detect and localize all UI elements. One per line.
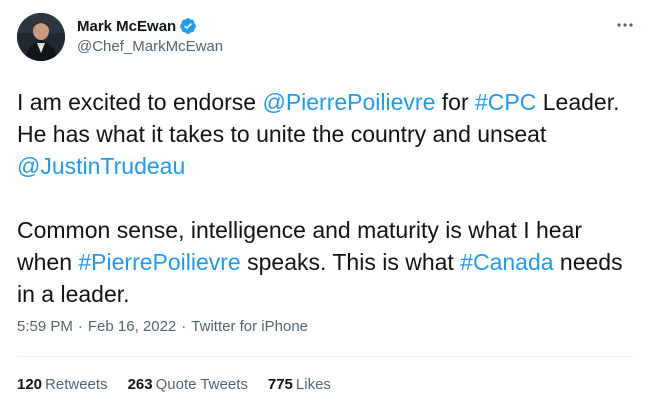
tweet-stats: 120 Retweets 263 Quote Tweets 775 Likes xyxy=(17,376,351,393)
author-name-row: Mark McEwan xyxy=(77,16,197,36)
text-segment: speaks. This is what xyxy=(240,249,461,275)
likes-count: 775 xyxy=(267,376,293,393)
avatar[interactable] xyxy=(17,13,65,61)
quote-tweets-label: Quote Tweets xyxy=(155,376,248,393)
tweet-source[interactable]: Twitter for iPhone xyxy=(191,318,308,335)
hashtag-link[interactable]: #CPC xyxy=(475,89,536,115)
author-handle[interactable]: @Chef_MarkMcEwan xyxy=(77,38,223,55)
tweet-time[interactable]: 5:59 PM xyxy=(17,318,73,335)
tweet-paragraph-2: Common sense, intelligence and maturity … xyxy=(17,214,637,310)
hashtag-link[interactable]: #Canada xyxy=(460,249,553,275)
retweets-count: 120 xyxy=(17,376,43,393)
text-segment: for xyxy=(435,89,475,115)
tweet-card: Mark McEwan @Chef_MarkMcEwan I am excite… xyxy=(0,0,651,408)
divider xyxy=(17,356,634,357)
likes-label: Likes xyxy=(295,376,331,393)
mention-link[interactable]: @JustinTrudeau xyxy=(17,153,185,179)
text-segment: I am excited to endorse xyxy=(17,89,263,115)
verified-badge-icon xyxy=(180,18,197,34)
tweet-date[interactable]: Feb 16, 2022 xyxy=(88,318,176,335)
hashtag-link[interactable]: #PierrePoilievre xyxy=(78,249,240,275)
author-display-name[interactable]: Mark McEwan xyxy=(77,18,176,35)
quote-tweets-count: 263 xyxy=(127,376,153,393)
retweets-label: Retweets xyxy=(45,376,108,393)
mention-link[interactable]: @PierrePoilievre xyxy=(262,89,435,115)
retweets-stat[interactable]: 120 Retweets xyxy=(17,376,108,393)
tweet-text: I am excited to endorse @PierrePoilievre… xyxy=(17,86,637,310)
quote-tweets-stat[interactable]: 263 Quote Tweets xyxy=(128,376,248,393)
tweet-paragraph-1: I am excited to endorse @PierrePoilievre… xyxy=(17,86,637,182)
profile-photo-icon xyxy=(17,13,65,61)
meta-separator: · xyxy=(77,318,83,335)
meta-separator: · xyxy=(181,318,187,335)
tweet-meta: 5:59 PM · Feb 16, 2022 · Twitter for iPh… xyxy=(17,318,308,335)
likes-stat[interactable]: 775 Likes xyxy=(268,376,331,393)
more-options-icon[interactable] xyxy=(615,18,635,32)
